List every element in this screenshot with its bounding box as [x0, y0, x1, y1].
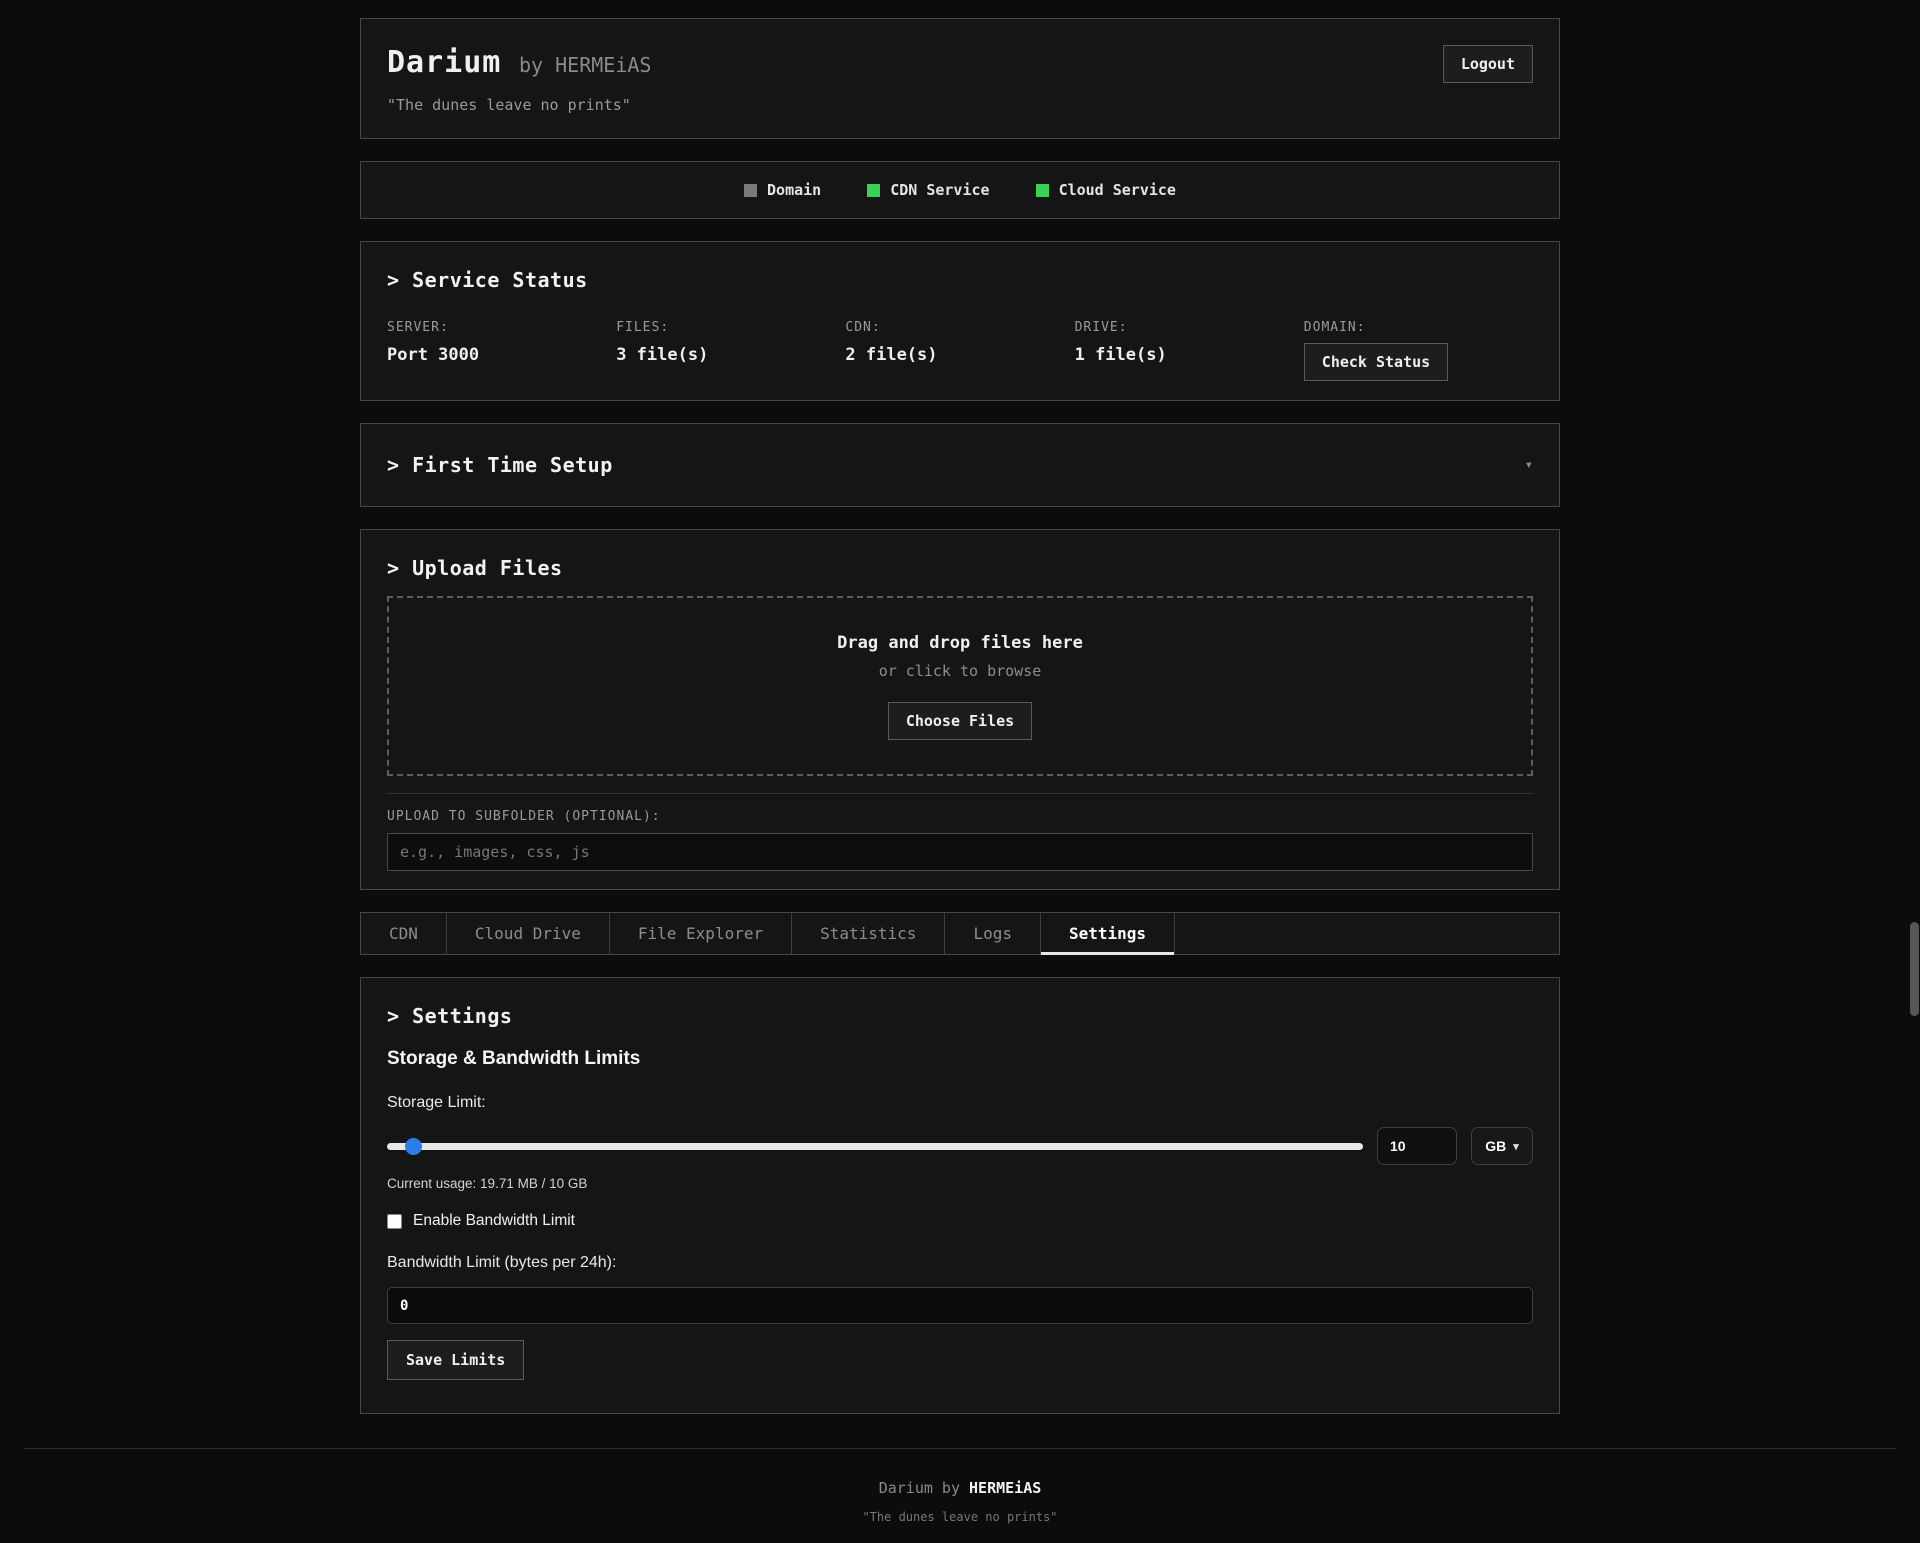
check-status-button[interactable]: Check Status [1304, 343, 1448, 381]
stat-value: Port 3000 [387, 345, 616, 365]
footer-tagline: "The dunes leave no prints" [0, 1510, 1920, 1524]
vertical-scrollbar[interactable] [1910, 922, 1919, 1016]
choose-files-button[interactable]: Choose Files [888, 702, 1032, 740]
stat-label: DOMAIN: [1304, 320, 1533, 335]
bandwidth-limit-label: Bandwidth Limit (bytes per 24h): [387, 1254, 1533, 1272]
upload-divider [387, 793, 1533, 794]
stat-cdn: CDN: 2 file(s) [845, 320, 1074, 381]
legend-item-cdn-service: CDN Service [867, 181, 989, 199]
legend-label: Domain [767, 181, 821, 199]
enable-bandwidth-limit-row[interactable]: Enable Bandwidth Limit [387, 1212, 1533, 1230]
slider-thumb[interactable] [405, 1138, 422, 1155]
footer-separator [24, 1448, 1896, 1449]
save-limits-button[interactable]: Save Limits [387, 1340, 524, 1380]
tab-cdn[interactable]: CDN [361, 913, 447, 954]
stat-drive: DRIVE: 1 file(s) [1075, 320, 1304, 381]
domain-swatch-icon [744, 184, 757, 197]
tab-settings[interactable]: Settings [1041, 913, 1175, 954]
tab-file-explorer[interactable]: File Explorer [610, 913, 792, 954]
dropzone-title: Drag and drop files here [837, 633, 1083, 653]
legend-label: Cloud Service [1059, 181, 1176, 199]
tab-logs[interactable]: Logs [945, 913, 1041, 954]
legend-panel: Domain CDN Service Cloud Service [360, 161, 1560, 219]
service-status-panel: > Service Status SERVER: Port 3000 FILES… [360, 241, 1560, 401]
file-dropzone[interactable]: Drag and drop files here or click to bro… [387, 596, 1533, 776]
footer: Darium by HERMEiAS "The dunes leave no p… [0, 1479, 1920, 1524]
logout-button[interactable]: Logout [1443, 45, 1533, 83]
dropzone-subtitle: or click to browse [879, 662, 1042, 680]
cloud-service-swatch-icon [1036, 184, 1049, 197]
storage-unit-select[interactable]: GB ▾ [1471, 1127, 1533, 1165]
legend-item-domain: Domain [744, 181, 821, 199]
service-status-heading: > Service Status [387, 268, 1533, 292]
storage-limit-slider[interactable] [387, 1127, 1363, 1165]
app-tagline: "The dunes leave no prints" [387, 96, 651, 114]
settings-panel: > Settings Storage & Bandwidth Limits St… [360, 977, 1560, 1414]
tab-cloud-drive[interactable]: Cloud Drive [447, 913, 610, 954]
subfolder-input[interactable] [387, 833, 1533, 871]
first-time-setup-heading: > First Time Setup [387, 453, 613, 477]
bandwidth-checkbox-label: Enable Bandwidth Limit [413, 1212, 575, 1230]
storage-limit-label: Storage Limit: [387, 1094, 1533, 1112]
legend-label: CDN Service [890, 181, 989, 199]
cdn-service-swatch-icon [867, 184, 880, 197]
stat-label: CDN: [845, 320, 1074, 335]
stat-server: SERVER: Port 3000 [387, 320, 616, 381]
title-block: Darium by HERMEiAS "The dunes leave no p… [387, 45, 651, 114]
storage-bandwidth-section-title: Storage & Bandwidth Limits [387, 1048, 1533, 1070]
footer-brand-prefix: Darium by [879, 1479, 969, 1497]
bandwidth-limit-input[interactable] [387, 1287, 1533, 1324]
header-panel: Darium by HERMEiAS "The dunes leave no p… [360, 18, 1560, 139]
upload-files-panel: > Upload Files Drag and drop files here … [360, 529, 1560, 890]
slider-track[interactable] [387, 1143, 1363, 1150]
app-title: Darium [387, 45, 501, 80]
subfolder-label: UPLOAD TO SUBFOLDER (OPTIONAL): [387, 809, 1533, 824]
storage-unit-value: GB [1485, 1138, 1506, 1154]
main-container: Darium by HERMEiAS "The dunes leave no p… [360, 0, 1560, 1414]
stat-label: DRIVE: [1075, 320, 1304, 335]
storage-limit-value-input[interactable] [1377, 1127, 1457, 1165]
settings-heading: > Settings [387, 1004, 1533, 1028]
bandwidth-limit-checkbox[interactable] [387, 1214, 402, 1229]
tab-statistics[interactable]: Statistics [792, 913, 945, 954]
footer-brand-name: HERMEiAS [969, 1479, 1041, 1497]
stat-value: 1 file(s) [1075, 345, 1304, 365]
first-time-setup-panel[interactable]: > First Time Setup ▾ [360, 423, 1560, 507]
chevron-down-icon: ▾ [1513, 1140, 1519, 1153]
stat-label: SERVER: [387, 320, 616, 335]
stat-domain: DOMAIN: Check Status [1304, 320, 1533, 381]
stat-value: 3 file(s) [616, 345, 845, 365]
stat-files: FILES: 3 file(s) [616, 320, 845, 381]
upload-files-heading: > Upload Files [387, 556, 1533, 580]
chevron-down-icon[interactable]: ▾ [1525, 457, 1533, 473]
current-usage-text: Current usage: 19.71 MB / 10 GB [387, 1176, 1533, 1191]
stat-label: FILES: [616, 320, 845, 335]
tab-bar: CDN Cloud Drive File Explorer Statistics… [360, 912, 1560, 955]
app-byline: by HERMEiAS [519, 53, 651, 77]
stat-value: 2 file(s) [845, 345, 1074, 365]
legend-item-cloud-service: Cloud Service [1036, 181, 1176, 199]
